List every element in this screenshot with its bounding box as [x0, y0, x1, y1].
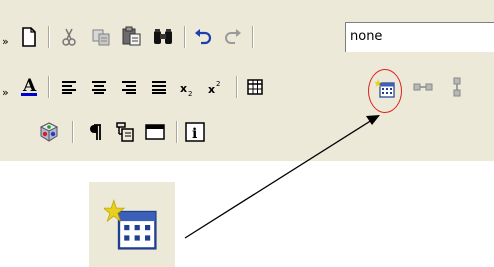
toggle-borders-button[interactable]: [114, 121, 136, 143]
align-center-button[interactable]: [88, 76, 110, 98]
insert-column-button[interactable]: [446, 76, 468, 98]
svg-text:x: x: [208, 83, 215, 96]
toolbar-separator: [184, 26, 186, 48]
table-wizard-icon: [104, 198, 157, 250]
find-button[interactable]: [152, 26, 174, 48]
full-screen-button[interactable]: [144, 121, 166, 143]
copy-icon: [92, 29, 110, 46]
toolbar-separator: [72, 121, 74, 143]
highlight-circle: [368, 69, 402, 113]
subscript-icon: x 2: [180, 82, 192, 98]
font-color-button[interactable]: A: [18, 76, 40, 98]
svg-text:2: 2: [188, 90, 192, 98]
new-document-button[interactable]: [18, 26, 40, 48]
toolbar-row-1-expander[interactable]: »: [2, 36, 9, 47]
column-icon: [453, 77, 461, 97]
svg-text:i: i: [192, 126, 197, 142]
borders-icon: [116, 122, 134, 142]
cube-icon: [39, 122, 59, 142]
redo-icon: [225, 29, 241, 44]
toolbar-separator: [48, 76, 50, 98]
paste-button[interactable]: [120, 25, 142, 47]
justify-icon: [152, 81, 166, 94]
new-document-icon: [22, 27, 36, 47]
toolbar-separator: [236, 76, 238, 98]
info-icon: i: [185, 122, 205, 142]
text-color-icon: A: [21, 76, 37, 96]
toolbar-separator: [176, 121, 178, 143]
table-icon: [247, 79, 263, 95]
insert-row-button[interactable]: [412, 76, 434, 98]
screenshot-stage: » none » A x 2 x 2 i: [0, 0, 494, 267]
row-icon: [413, 83, 433, 91]
align-left-icon: [62, 81, 76, 94]
copy-button[interactable]: [90, 26, 112, 48]
insert-table-button[interactable]: [244, 76, 266, 98]
justify-button[interactable]: [148, 76, 170, 98]
undo-button[interactable]: [192, 26, 214, 48]
redo-button[interactable]: [222, 26, 244, 48]
align-right-button[interactable]: [118, 76, 140, 98]
toggle-3d-button[interactable]: [38, 121, 60, 143]
style-select[interactable]: none: [345, 22, 494, 52]
toolbar-row-2-expander[interactable]: »: [2, 87, 9, 98]
zoomed-icon-callout: [89, 182, 175, 267]
cut-button[interactable]: [58, 26, 80, 48]
superscript-icon: x 2: [208, 80, 220, 96]
toolbar-separator: [48, 26, 50, 48]
align-center-icon: [92, 81, 106, 94]
info-button[interactable]: i: [184, 121, 206, 143]
pilcrow-icon: [90, 124, 101, 140]
subscript-button[interactable]: x 2: [176, 78, 198, 100]
undo-icon: [195, 29, 212, 45]
scissors-icon: [62, 28, 76, 46]
clipboard-icon: [122, 26, 141, 46]
binoculars-icon: [154, 29, 172, 44]
superscript-button[interactable]: x 2: [204, 76, 226, 98]
toolbar-separator: [252, 26, 254, 48]
show-paragraph-marks-button[interactable]: [84, 121, 106, 143]
align-left-button[interactable]: [58, 76, 80, 98]
svg-text:2: 2: [216, 80, 220, 88]
editor-toolbar: » none » A x 2 x 2 i: [0, 0, 494, 161]
align-right-icon: [122, 81, 136, 94]
window-icon: [145, 124, 165, 140]
svg-text:x: x: [180, 82, 187, 95]
